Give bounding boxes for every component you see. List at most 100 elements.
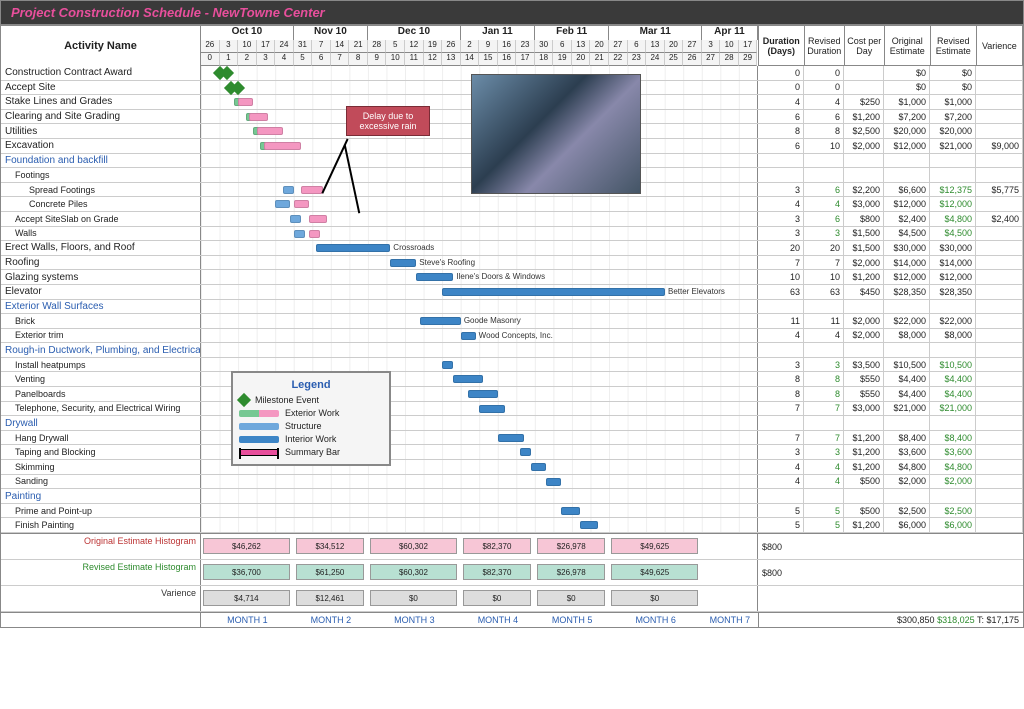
task-name: Telephone, Security, and Electrical Wiri… [1, 402, 201, 416]
gantt-cell [201, 489, 758, 503]
week-index: 8 [349, 53, 368, 66]
label-rev-hist: Revised Estimate Histogram [1, 560, 201, 585]
task-row: Exterior Wall Surfaces [1, 300, 1023, 315]
gantt-bar[interactable]: Goode Masonry [420, 317, 461, 325]
task-row: RoofingSteve's Roofing77$2,000$14,000$14… [1, 256, 1023, 271]
task-row: Telephone, Security, and Electrical Wiri… [1, 402, 1023, 417]
week-date: 13 [646, 40, 665, 53]
gantt-bar[interactable] [453, 375, 483, 383]
gantt-bar[interactable] [561, 507, 580, 515]
data-cells: 44$500$2,000$2,000 [758, 475, 1023, 489]
data-cells [758, 300, 1023, 314]
task-name: Spread Footings [1, 183, 201, 197]
gantt-cell [201, 95, 758, 109]
gantt-bar[interactable] [294, 230, 305, 238]
gantt-bar[interactable] [546, 478, 561, 486]
gantt-bar[interactable] [520, 448, 531, 456]
gantt-cell [201, 124, 758, 138]
week-index: 13 [442, 53, 461, 66]
week-index: 11 [405, 53, 424, 66]
window-title: Project Construction Schedule - NewTowne… [0, 0, 1024, 25]
gantt-cell: Ilene's Doors & Windows [201, 270, 758, 284]
task-row: Walls33$1,500$4,500$4,500 [1, 227, 1023, 242]
gantt-cell [201, 445, 758, 459]
hdr-variance: Varience [977, 26, 1023, 66]
data-cells [758, 343, 1023, 357]
gantt-bar[interactable] [294, 200, 309, 208]
data-cells: 88$550$4,400$4,400 [758, 372, 1023, 386]
gantt-bar[interactable] [309, 230, 320, 238]
task-row: Spread Footings36$2,200$6,600$12,375$5,7… [1, 183, 1023, 198]
gantt-cell [201, 183, 758, 197]
task-row: Venting 88$550$4,400$4,400 [1, 372, 1023, 387]
data-cells: 36$800$2,400$4,800$2,400 [758, 212, 1023, 226]
data-cells [758, 416, 1023, 430]
gantt-bar[interactable] [479, 405, 505, 413]
task-name: Walls [1, 227, 201, 241]
month-label: Dec 10 [368, 26, 461, 40]
data-cells [758, 489, 1023, 503]
gantt-bar[interactable] [249, 113, 268, 121]
gantt-bar[interactable] [283, 186, 294, 194]
task-name: Elevator [1, 285, 201, 299]
task-row: Accept SiteSlab on Grade36$800$2,400$4,8… [1, 212, 1023, 227]
week-index: 5 [294, 53, 313, 66]
week-index: 15 [479, 53, 498, 66]
gantt-bar[interactable] [531, 463, 546, 471]
week-index: 16 [498, 53, 517, 66]
gantt-bar[interactable]: Better Elevators [442, 288, 665, 296]
data-cells: 6363$450$28,350$28,350 [758, 285, 1023, 299]
histogram-bar: $0 [611, 590, 698, 606]
gantt-bar[interactable]: Steve's Roofing [390, 259, 416, 267]
task-name: Construction Contract Award [1, 66, 201, 80]
week-index: 23 [628, 53, 647, 66]
gantt-bar[interactable]: Wood Concepts, Inc. [461, 332, 476, 340]
footer-month: MONTH 2 [294, 613, 368, 627]
week-index: 1 [220, 53, 239, 66]
gantt-cell [201, 154, 758, 168]
week-index: 24 [646, 53, 665, 66]
task-row: Sanding44$500$2,000$2,000 [1, 475, 1023, 490]
gantt-bar[interactable] [275, 200, 290, 208]
label-orig-hist: Original Estimate Histogram [1, 534, 201, 559]
gantt-bar[interactable] [580, 521, 599, 529]
gantt-bar[interactable] [301, 186, 323, 194]
gantt-bar[interactable] [468, 390, 498, 398]
data-cells: 55$1,200$6,000$6,000 [758, 518, 1023, 532]
gantt-bar[interactable] [290, 215, 301, 223]
footer-month: MONTH 1 [201, 613, 294, 627]
data-cells: 2020$1,500$30,000$30,000 [758, 241, 1023, 255]
gantt-bar[interactable] [498, 434, 524, 442]
gantt-bar[interactable] [442, 361, 453, 369]
task-name: Concrete Piles [1, 197, 201, 211]
gantt-cell [201, 110, 758, 124]
task-name: Hang Drywall [1, 431, 201, 445]
month-label: Mar 11 [609, 26, 702, 40]
gantt-bar[interactable]: Ilene's Doors & Windows [416, 273, 453, 281]
histogram-bar: $60,302 [370, 564, 457, 580]
week-date: 28 [368, 40, 387, 53]
task-name: Venting [1, 372, 201, 386]
gantt-bar[interactable] [257, 127, 283, 135]
gantt-bar[interactable] [264, 142, 301, 150]
orig-histogram: $46,262$34,512$60,302$82,370$26,978$49,6… [201, 534, 758, 559]
week-date: 21 [349, 40, 368, 53]
gantt-bar[interactable]: Crossroads [316, 244, 390, 252]
task-row: Excavation610$2,000$12,000$21,000$9,000 [1, 139, 1023, 154]
gantt-bar[interactable] [238, 98, 253, 106]
week-index: 9 [368, 53, 387, 66]
task-name: Roofing [1, 256, 201, 270]
task-name: Prime and Point-up [1, 504, 201, 518]
summary-section: Original Estimate Histogram $46,262$34,5… [0, 534, 1024, 628]
hdr-duration: Duration (Days) [759, 26, 805, 66]
week-index: 17 [516, 53, 535, 66]
week-date: 16 [498, 40, 517, 53]
task-row: Accept Site00$0$0 [1, 81, 1023, 96]
gantt-cell [201, 197, 758, 211]
hdr-original-estimate: Original Estimate [885, 26, 931, 66]
week-date: 10 [238, 40, 257, 53]
gantt-cell [201, 139, 758, 153]
gantt-bar[interactable] [309, 215, 328, 223]
week-date: 31 [294, 40, 313, 53]
task-row: Panelboards88$550$4,400$4,400 [1, 387, 1023, 402]
